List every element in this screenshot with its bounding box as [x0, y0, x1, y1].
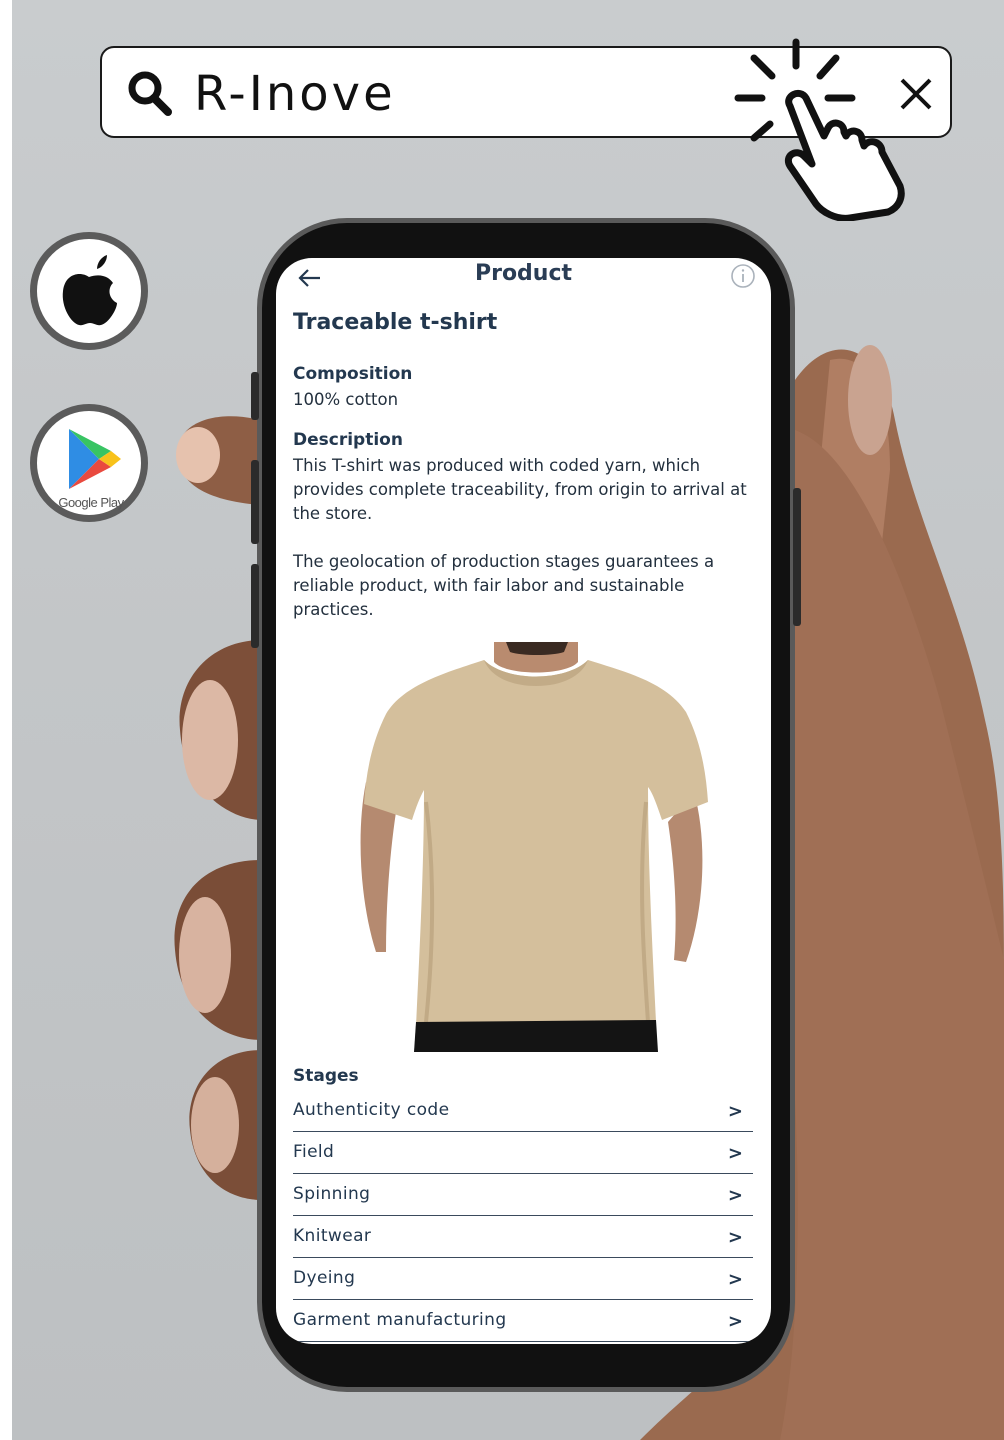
stage-item-garment-manufacturing[interactable]: Garment manufacturing > [293, 1300, 753, 1342]
stage-item-spinning[interactable]: Spinning > [293, 1174, 753, 1216]
description-paragraph-2: The geolocation of production stages gua… [293, 552, 715, 619]
chevron-right-icon: > [727, 1227, 743, 1248]
stage-label: Spinning [293, 1184, 371, 1204]
phone-side-button [251, 372, 259, 420]
chevron-right-icon: > [727, 1185, 743, 1206]
description-label: Description [293, 430, 403, 450]
stage-label: Garment manufacturing [293, 1310, 507, 1330]
click-pointer-icon [734, 38, 905, 221]
chevron-right-icon: > [727, 1311, 743, 1332]
apple-icon [62, 255, 117, 326]
chevron-right-icon: > [727, 1143, 743, 1164]
phone-volume-up [251, 460, 259, 544]
stage-item-field[interactable]: Field > [293, 1132, 753, 1174]
info-icon[interactable] [730, 263, 756, 289]
stage-label: Authenticity code [293, 1100, 450, 1120]
google-play-label: Google Play [58, 495, 124, 510]
composition-value: 100% cotton [293, 390, 399, 409]
stages-list: Authenticity code > Field > Spinning > K… [293, 1090, 753, 1342]
stages-label: Stages [293, 1066, 359, 1086]
stage-item-authenticity-code[interactable]: Authenticity code > [293, 1090, 753, 1132]
stage-item-knitwear[interactable]: Knitwear > [293, 1216, 753, 1258]
search-icon [128, 71, 172, 116]
description-paragraph-1: This T-shirt was produced with coded yar… [293, 456, 747, 523]
tshirt-product-image [360, 642, 708, 1052]
page-title: Product [474, 261, 573, 286]
app-header: Product [276, 258, 771, 298]
stage-item-dyeing[interactable]: Dyeing > [293, 1258, 753, 1300]
stage-label: Knitwear [293, 1226, 372, 1246]
product-title: Traceable t-shirt [293, 310, 498, 335]
phone-screen: Product Traceable t-shirt Composition 10… [276, 258, 771, 1344]
phone-volume-down [251, 564, 259, 648]
composition-label: Composition [293, 364, 413, 384]
chevron-right-icon: > [727, 1101, 743, 1122]
chevron-right-icon: > [727, 1269, 743, 1290]
search-query-text[interactable]: R-Inove [194, 66, 396, 122]
apple-store-badge[interactable] [30, 232, 148, 350]
phone-power-button [793, 488, 801, 626]
stage-label: Field [293, 1142, 335, 1162]
google-play-badge[interactable]: Google Play [30, 404, 148, 522]
product-details: Traceable t-shirt Composition 100% cotto… [293, 310, 753, 622]
stage-label: Dyeing [293, 1268, 356, 1288]
